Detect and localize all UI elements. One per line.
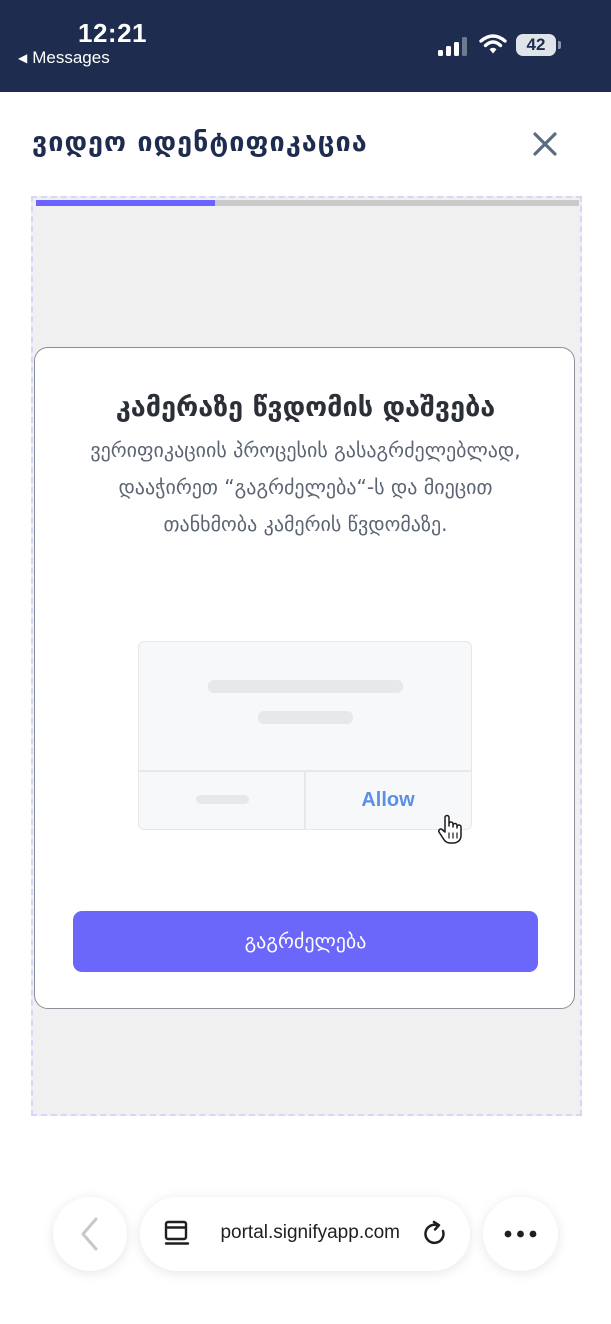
status-bar: 12:21 ◀ Messages 42: [0, 0, 611, 92]
status-time: 12:21: [78, 18, 147, 48]
battery-indicator: 42: [516, 34, 556, 56]
back-arrow-icon: [81, 1217, 98, 1251]
signal-icon: [438, 36, 470, 56]
skeleton-deny: [196, 795, 249, 804]
skeleton-line: [258, 711, 353, 724]
progress-fill: [36, 200, 216, 206]
wifi-icon: [479, 34, 507, 54]
hand-pointer-icon: [438, 814, 462, 844]
reload-icon[interactable]: [421, 1219, 451, 1249]
battery-nub: [558, 41, 561, 49]
progress-track: [36, 200, 579, 206]
address-bar[interactable]: portal.signifyapp.com: [140, 1197, 470, 1271]
back-triangle-icon: ◀: [18, 51, 28, 65]
more-dots-icon: [504, 1230, 537, 1238]
page-title: ვიდეო იდენტიფიკაცია: [32, 127, 368, 158]
modal-title: კამერაზე წვდომის დაშვება: [115, 392, 496, 423]
permission-illustration: Allow: [138, 641, 472, 830]
browser-back-button[interactable]: [53, 1197, 127, 1271]
url-text-container: portal.signifyapp.com: [216, 1197, 402, 1271]
skeleton-line: [208, 680, 403, 693]
url-text: portal.signifyapp.com: [220, 1222, 400, 1243]
modal-description: ვერიფიკაციის პროცესის გასაგრძელებლად, და…: [90, 438, 521, 536]
back-app-label: Messages: [32, 48, 110, 67]
more-options-button[interactable]: [483, 1197, 558, 1271]
continue-button[interactable]: გაგრძელება: [73, 911, 538, 972]
close-icon[interactable]: [529, 128, 561, 160]
tab-layout-icon[interactable]: [162, 1219, 192, 1249]
back-to-app-link[interactable]: ◀ Messages: [18, 48, 110, 68]
